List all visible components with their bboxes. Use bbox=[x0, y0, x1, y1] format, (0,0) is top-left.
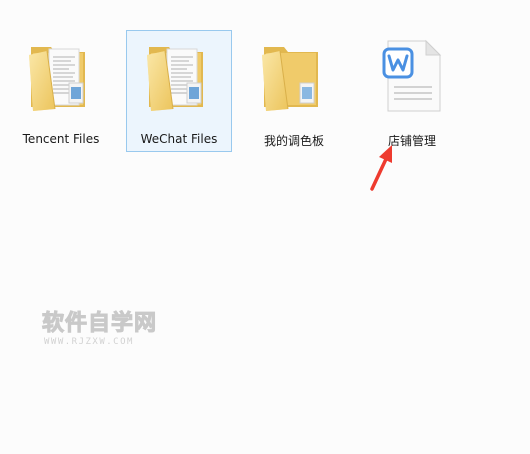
desktop[interactable]: Tencent Files WeChat Files 我的调色板 店铺管理 软件… bbox=[0, 0, 530, 454]
item-label: 我的调色板 bbox=[263, 134, 324, 148]
folder-wechat-files[interactable]: WeChat Files bbox=[126, 30, 232, 152]
folder-my-palette[interactable]: 我的调色板 bbox=[241, 30, 347, 152]
folder-icon bbox=[262, 47, 318, 111]
folder-tencent-files[interactable]: Tencent Files bbox=[8, 30, 114, 152]
item-label: Tencent Files bbox=[22, 132, 100, 146]
watermark-sub: WWW.RJZXW.COM bbox=[44, 337, 134, 347]
document-shop-management[interactable]: 店铺管理 bbox=[359, 30, 465, 152]
watermark: 软件自学网 WWW.RJZXW.COM bbox=[42, 311, 192, 352]
red-arrow-icon bbox=[370, 145, 392, 191]
folder-icon bbox=[29, 47, 85, 111]
folder-icon bbox=[147, 47, 203, 111]
wps-writer-document-icon bbox=[382, 39, 442, 112]
watermark-main: 软件自学网 bbox=[42, 311, 158, 336]
item-label: WeChat Files bbox=[140, 132, 218, 146]
